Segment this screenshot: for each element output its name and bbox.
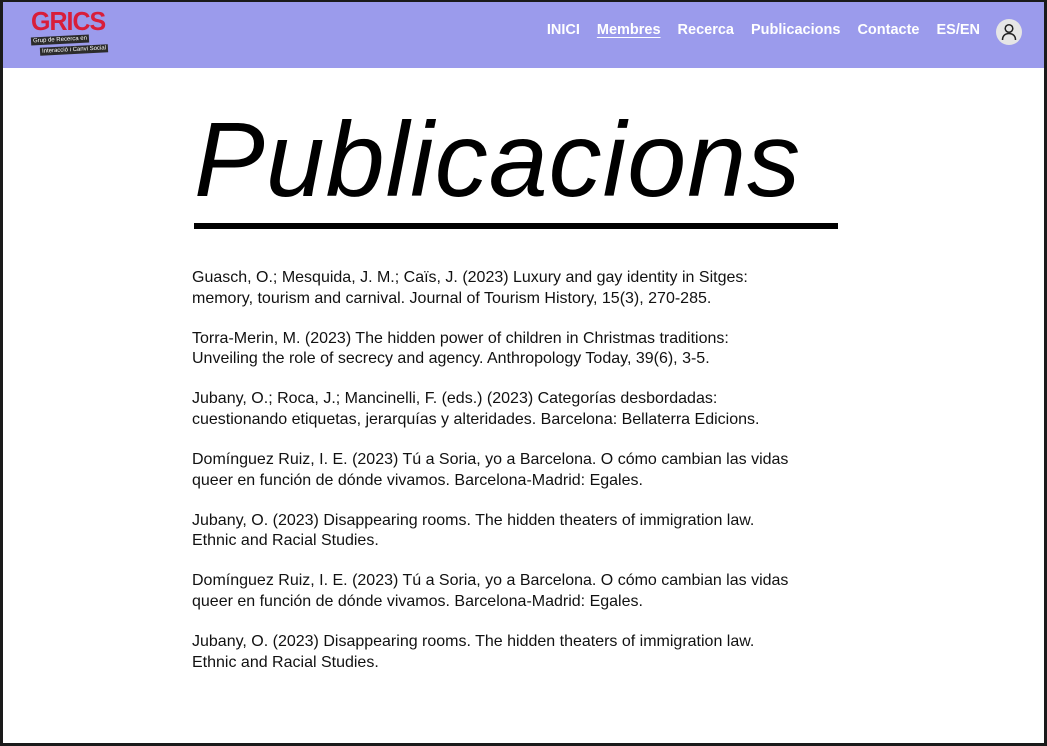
- nav-publicacions[interactable]: Publicacions: [751, 20, 840, 40]
- publication-line: queer en función de dónde vivamos. Barce…: [192, 471, 643, 489]
- publication-line: memory, tourism and carnival. Journal of…: [192, 289, 712, 307]
- publication-item: Guasch, O.; Mesquida, J. M.; Caïs, J. (2…: [192, 268, 852, 309]
- language-switch[interactable]: ES/EN: [936, 20, 980, 40]
- publication-list: Guasch, O.; Mesquida, J. M.; Caïs, J. (2…: [192, 268, 852, 693]
- nav-recerca[interactable]: Recerca: [678, 20, 734, 40]
- user-avatar-button[interactable]: [996, 19, 1022, 45]
- publication-line: Domínguez Ruiz, I. E. (2023) Tú a Soria,…: [192, 451, 789, 469]
- publication-item: Domínguez Ruiz, I. E. (2023) Tú a Soria,…: [192, 450, 852, 491]
- grics-logo[interactable]: GRICS Grup de Recerca en Interacció i Ca…: [29, 7, 119, 59]
- publication-line: Jubany, O. (2023) Disappearing rooms. Th…: [192, 633, 755, 651]
- publication-line: cuestionando etiquetas, jerarquías y alt…: [192, 410, 760, 428]
- publication-line: Jubany, O. (2023) Disappearing rooms. Th…: [192, 511, 755, 529]
- publication-item: Jubany, O.; Roca, J.; Mancinelli, F. (ed…: [192, 389, 852, 430]
- publication-item: Torra-Merin, M. (2023) The hidden power …: [192, 329, 852, 370]
- logo-tagline-line1: Grup de Recerca en: [30, 34, 90, 46]
- user-avatar-icon: [1001, 23, 1017, 41]
- nav-membres[interactable]: Membres: [597, 20, 661, 40]
- nav-contacte[interactable]: Contacte: [857, 20, 919, 40]
- nav-inici[interactable]: INICI: [547, 20, 580, 40]
- title-underline: [194, 223, 838, 229]
- publication-item: Jubany, O. (2023) Disappearing rooms. Th…: [192, 632, 852, 673]
- page-title: Publicacions: [194, 101, 802, 219]
- page-frame: GRICS Grup de Recerca en Interacció i Ca…: [3, 2, 1044, 743]
- publication-line: Ethnic and Racial Studies.: [192, 653, 379, 671]
- publication-line: queer en función de dónde vivamos. Barce…: [192, 592, 643, 610]
- main-nav: INICI Membres Recerca Publicacions Conta…: [547, 20, 980, 40]
- logo-wordmark: GRICS: [31, 7, 106, 37]
- site-header: GRICS Grup de Recerca en Interacció i Ca…: [3, 2, 1044, 68]
- publication-line: Torra-Merin, M. (2023) The hidden power …: [192, 329, 729, 347]
- publication-line: Guasch, O.; Mesquida, J. M.; Caïs, J. (2…: [192, 269, 748, 286]
- publication-item: Jubany, O. (2023) Disappearing rooms. Th…: [192, 511, 852, 552]
- publication-line: Ethnic and Racial Studies.: [192, 532, 379, 550]
- publication-line: Jubany, O.; Roca, J.; Mancinelli, F. (ed…: [192, 390, 718, 408]
- publication-line: Domínguez Ruiz, I. E. (2023) Tú a Soria,…: [192, 572, 789, 590]
- logo-tagline-line2: Interacció i Canvi Social: [39, 44, 109, 56]
- publication-line: Unveiling the role of secrecy and agency…: [192, 350, 710, 368]
- publication-item: Domínguez Ruiz, I. E. (2023) Tú a Soria,…: [192, 571, 852, 612]
